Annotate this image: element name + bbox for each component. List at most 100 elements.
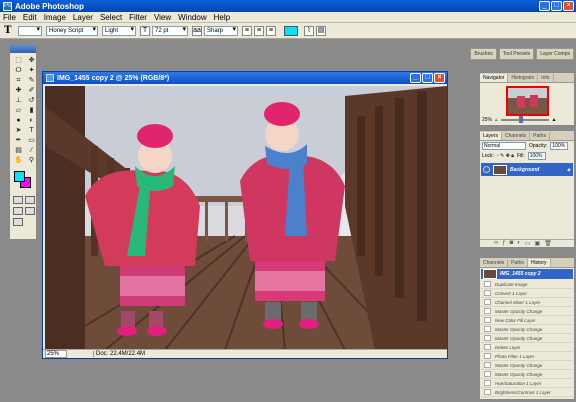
antialias-select[interactable]: Sharp — [204, 25, 238, 36]
fill-field[interactable]: 100% — [527, 152, 546, 160]
pen-tool-icon[interactable]: ✒ — [13, 136, 24, 145]
minimize-button[interactable]: _ — [539, 1, 550, 11]
tab-navigator[interactable]: Navigator — [480, 74, 509, 82]
history-item[interactable]: Delete Layer — [481, 343, 573, 352]
eyedropper-icon[interactable]: ⁄ — [26, 146, 37, 155]
navigator-zoom-slider[interactable] — [500, 116, 549, 123]
align-right-icon[interactable]: ≡ — [266, 25, 276, 36]
type-tool-icon[interactable]: T — [4, 25, 18, 36]
magic-wand-icon[interactable]: ✦ — [26, 66, 37, 75]
history-item[interactable]: Channel Mixer 1 Layer — [481, 298, 573, 307]
visibility-eye-icon[interactable] — [483, 166, 490, 173]
menu-layer[interactable]: Layer — [73, 13, 93, 22]
dodge-tool-icon[interactable]: ◐ — [26, 116, 37, 125]
menu-filter[interactable]: Filter — [129, 13, 147, 22]
zoom-out-icon[interactable]: ▵ — [495, 117, 498, 123]
character-palette-icon[interactable]: ▤ — [316, 25, 326, 36]
history-item[interactable]: New Color Fill Layer — [481, 316, 573, 325]
gradient-tool-icon[interactable]: ▮ — [26, 106, 37, 115]
layer-row-background[interactable]: Background 🔒︎ — [481, 163, 573, 176]
new-layer-icon[interactable]: ▣ — [535, 240, 541, 247]
history-item[interactable]: Master Opacity Change — [481, 370, 573, 379]
standard-mode-icon[interactable] — [13, 196, 23, 204]
tab-hist-channels[interactable]: Channels — [480, 259, 509, 267]
menu-edit[interactable]: Edit — [23, 13, 37, 22]
history-item[interactable]: Master Opacity Change — [481, 325, 573, 334]
imageready-jump-icon[interactable] — [13, 218, 23, 226]
menu-help[interactable]: Help — [214, 13, 230, 22]
zoom-tool-icon[interactable]: ⚲ — [26, 156, 37, 165]
doc-maximize-button[interactable]: □ — [422, 73, 433, 83]
adjustment-layer-icon[interactable]: ◐ — [517, 240, 521, 247]
history-snapshot[interactable]: IMG_1455 copy 2 — [481, 269, 573, 279]
doc-close-button[interactable]: × — [434, 73, 445, 83]
history-item[interactable]: Hue/Saturation 1 Layer — [481, 379, 573, 388]
history-item[interactable]: Convert 1 Layer — [481, 289, 573, 298]
toolbox-header[interactable] — [10, 45, 36, 53]
doc-minimize-button[interactable]: _ — [410, 73, 421, 83]
font-family-select[interactable]: Honey Script — [46, 25, 98, 36]
shape-tool-icon[interactable]: ▭ — [26, 136, 37, 145]
navigator-thumbnail[interactable] — [506, 86, 549, 116]
history-item[interactable]: Duplicate Image — [481, 280, 573, 289]
history-item[interactable]: Master Opacity Change — [481, 334, 573, 343]
font-style-select[interactable]: Light — [102, 25, 136, 36]
quick-mask-icon[interactable] — [25, 196, 35, 204]
move-tool-icon[interactable]: ✥ — [26, 56, 37, 65]
text-color-swatch[interactable] — [284, 25, 298, 36]
well-tab-tool-presets[interactable]: Tool Presets — [498, 48, 535, 60]
tab-history[interactable]: History — [527, 259, 551, 267]
menu-view[interactable]: View — [154, 13, 171, 22]
brush-tool-icon[interactable]: ✐ — [26, 86, 37, 95]
tab-hist-paths[interactable]: Paths — [508, 259, 528, 267]
slice-tool-icon[interactable]: ✎ — [26, 76, 37, 85]
tab-info[interactable]: Info — [538, 74, 554, 82]
new-group-icon[interactable]: ▭ — [525, 240, 531, 247]
history-item[interactable]: Photo Filter 1 Layer — [481, 352, 573, 361]
zoom-in-icon[interactable]: ▲ — [552, 117, 557, 123]
eraser-tool-icon[interactable]: ▱ — [13, 106, 24, 115]
delete-layer-icon[interactable]: 🗑︎ — [544, 240, 552, 247]
crop-tool-icon[interactable]: ⌗ — [13, 76, 24, 85]
document-zoom-field[interactable]: 25% — [45, 350, 67, 358]
lock-icons[interactable]: ▫ ✎ ✥ 🔒︎ — [497, 153, 514, 159]
font-size-select[interactable]: 72 pt — [152, 25, 188, 36]
canvas-photo[interactable] — [45, 86, 447, 350]
path-select-icon[interactable]: ➤ — [13, 126, 24, 135]
screen-mode-standard-icon[interactable] — [13, 207, 23, 215]
history-brush-icon[interactable]: ↺ — [26, 96, 37, 105]
screen-mode-full-icon[interactable] — [25, 207, 35, 215]
menu-image[interactable]: Image — [44, 13, 66, 22]
orientation-select[interactable] — [18, 25, 42, 36]
history-item[interactable]: Brightness/Contrast 1 Layer — [481, 388, 573, 397]
warp-text-icon[interactable]: ⌇ — [304, 25, 314, 36]
blend-mode-select[interactable]: Normal — [482, 142, 526, 150]
foreground-color[interactable] — [14, 171, 25, 182]
link-layers-icon[interactable]: ∞ — [494, 240, 498, 247]
document-titlebar[interactable]: IMG_1455 copy 2 @ 25% (RGB/8*) _ □ × — [43, 72, 447, 84]
navigator-zoom-value[interactable]: 25% — [482, 117, 492, 123]
layer-mask-icon[interactable]: ◙ — [510, 240, 514, 247]
tab-paths[interactable]: Paths — [530, 132, 550, 140]
history-item[interactable]: Master Opacity Change — [481, 361, 573, 370]
clone-stamp-icon[interactable]: ⊥ — [13, 96, 24, 105]
menu-window[interactable]: Window — [178, 13, 206, 22]
layer-style-icon[interactable]: ƒ — [502, 240, 505, 247]
align-left-icon[interactable]: ≡ — [242, 25, 252, 36]
history-item[interactable]: Master Opacity Change — [481, 307, 573, 316]
hand-tool-icon[interactable]: ✋ — [13, 156, 24, 165]
tab-histogram[interactable]: Histogram — [508, 74, 539, 82]
maximize-button[interactable]: □ — [551, 1, 562, 11]
tab-channels[interactable]: Channels — [502, 132, 531, 140]
opacity-field[interactable]: 100% — [550, 142, 569, 150]
healing-brush-icon[interactable]: ✚ — [13, 86, 24, 95]
lasso-tool-icon[interactable]: ⵔ — [13, 66, 24, 75]
blur-tool-icon[interactable]: ● — [13, 116, 24, 125]
well-tab-layer-comps[interactable]: Layer Comps — [536, 48, 574, 60]
menu-select[interactable]: Select — [100, 13, 122, 22]
close-button[interactable]: × — [563, 1, 574, 11]
document-size-info[interactable]: Doc: 22.4M/22.4M — [93, 351, 203, 357]
align-center-icon[interactable]: ≡ — [254, 25, 264, 36]
menu-file[interactable]: File — [3, 13, 16, 22]
tab-layers[interactable]: Layers — [480, 132, 503, 140]
